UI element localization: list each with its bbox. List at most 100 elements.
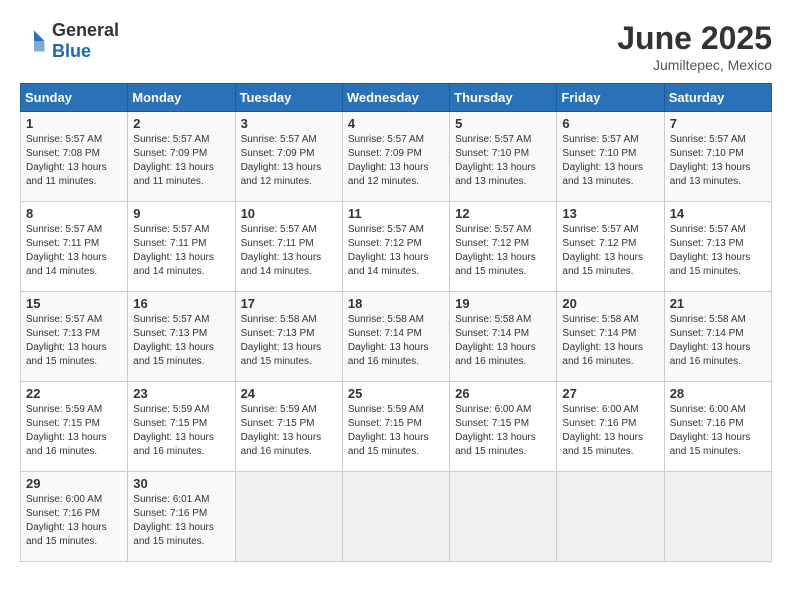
day-detail: Sunrise: 6:00 AMSunset: 7:16 PMDaylight:…: [562, 404, 643, 457]
calendar-week-row: 29 Sunrise: 6:00 AMSunset: 7:16 PMDaylig…: [21, 472, 772, 562]
calendar-day-cell: 25 Sunrise: 5:59 AMSunset: 7:15 PMDaylig…: [342, 382, 449, 472]
calendar-day-cell: 30 Sunrise: 6:01 AMSunset: 7:16 PMDaylig…: [128, 472, 235, 562]
logo-general: General: [52, 20, 119, 40]
day-detail: Sunrise: 5:57 AMSunset: 7:13 PMDaylight:…: [26, 314, 107, 367]
day-detail: Sunrise: 5:57 AMSunset: 7:12 PMDaylight:…: [348, 224, 429, 277]
day-detail: Sunrise: 5:59 AMSunset: 7:15 PMDaylight:…: [348, 404, 429, 457]
weekday-header: Monday: [128, 84, 235, 112]
calendar-day-cell: [664, 472, 771, 562]
calendar-day-cell: 27 Sunrise: 6:00 AMSunset: 7:16 PMDaylig…: [557, 382, 664, 472]
day-detail: Sunrise: 5:57 AMSunset: 7:09 PMDaylight:…: [241, 134, 322, 187]
calendar-day-cell: 9 Sunrise: 5:57 AMSunset: 7:11 PMDayligh…: [128, 202, 235, 292]
day-detail: Sunrise: 5:58 AMSunset: 7:13 PMDaylight:…: [241, 314, 322, 367]
day-number: 9: [133, 206, 229, 221]
weekday-header: Sunday: [21, 84, 128, 112]
calendar-day-cell: 17 Sunrise: 5:58 AMSunset: 7:13 PMDaylig…: [235, 292, 342, 382]
day-number: 19: [455, 296, 551, 311]
day-detail: Sunrise: 5:59 AMSunset: 7:15 PMDaylight:…: [26, 404, 107, 457]
day-number: 7: [670, 116, 766, 131]
weekday-header: Saturday: [664, 84, 771, 112]
day-number: 17: [241, 296, 337, 311]
day-number: 11: [348, 206, 444, 221]
day-number: 26: [455, 386, 551, 401]
calendar-day-cell: 7 Sunrise: 5:57 AMSunset: 7:10 PMDayligh…: [664, 112, 771, 202]
calendar-day-cell: 13 Sunrise: 5:57 AMSunset: 7:12 PMDaylig…: [557, 202, 664, 292]
day-detail: Sunrise: 5:57 AMSunset: 7:09 PMDaylight:…: [133, 134, 214, 187]
calendar-day-cell: 6 Sunrise: 5:57 AMSunset: 7:10 PMDayligh…: [557, 112, 664, 202]
day-number: 28: [670, 386, 766, 401]
day-detail: Sunrise: 5:59 AMSunset: 7:15 PMDaylight:…: [241, 404, 322, 457]
calendar-day-cell: 12 Sunrise: 5:57 AMSunset: 7:12 PMDaylig…: [450, 202, 557, 292]
day-detail: Sunrise: 6:01 AMSunset: 7:16 PMDaylight:…: [133, 494, 214, 547]
day-detail: Sunrise: 5:57 AMSunset: 7:12 PMDaylight:…: [455, 224, 536, 277]
calendar-subtitle: Jumiltepec, Mexico: [617, 57, 772, 73]
calendar-day-cell: 5 Sunrise: 5:57 AMSunset: 7:10 PMDayligh…: [450, 112, 557, 202]
day-number: 12: [455, 206, 551, 221]
calendar-day-cell: 2 Sunrise: 5:57 AMSunset: 7:09 PMDayligh…: [128, 112, 235, 202]
day-number: 13: [562, 206, 658, 221]
weekday-header: Tuesday: [235, 84, 342, 112]
calendar-week-row: 15 Sunrise: 5:57 AMSunset: 7:13 PMDaylig…: [21, 292, 772, 382]
calendar-day-cell: 23 Sunrise: 5:59 AMSunset: 7:15 PMDaylig…: [128, 382, 235, 472]
day-detail: Sunrise: 6:00 AMSunset: 7:16 PMDaylight:…: [670, 404, 751, 457]
day-number: 6: [562, 116, 658, 131]
calendar-day-cell: [235, 472, 342, 562]
day-detail: Sunrise: 5:59 AMSunset: 7:15 PMDaylight:…: [133, 404, 214, 457]
day-number: 30: [133, 476, 229, 491]
calendar-day-cell: 14 Sunrise: 5:57 AMSunset: 7:13 PMDaylig…: [664, 202, 771, 292]
weekday-header: Friday: [557, 84, 664, 112]
day-detail: Sunrise: 5:58 AMSunset: 7:14 PMDaylight:…: [348, 314, 429, 367]
calendar-week-row: 22 Sunrise: 5:59 AMSunset: 7:15 PMDaylig…: [21, 382, 772, 472]
calendar-day-cell: 19 Sunrise: 5:58 AMSunset: 7:14 PMDaylig…: [450, 292, 557, 382]
calendar-week-row: 8 Sunrise: 5:57 AMSunset: 7:11 PMDayligh…: [21, 202, 772, 292]
logo-icon: [20, 27, 48, 55]
day-detail: Sunrise: 5:57 AMSunset: 7:13 PMDaylight:…: [670, 224, 751, 277]
weekday-header: Thursday: [450, 84, 557, 112]
calendar-day-cell: 4 Sunrise: 5:57 AMSunset: 7:09 PMDayligh…: [342, 112, 449, 202]
day-number: 4: [348, 116, 444, 131]
day-number: 3: [241, 116, 337, 131]
day-number: 21: [670, 296, 766, 311]
logo: General Blue: [20, 20, 119, 62]
calendar-day-cell: [557, 472, 664, 562]
day-number: 8: [26, 206, 122, 221]
day-number: 25: [348, 386, 444, 401]
day-detail: Sunrise: 6:00 AMSunset: 7:16 PMDaylight:…: [26, 494, 107, 547]
calendar-title: June 2025: [617, 20, 772, 57]
day-detail: Sunrise: 5:58 AMSunset: 7:14 PMDaylight:…: [455, 314, 536, 367]
logo-blue: Blue: [52, 41, 91, 61]
calendar-day-cell: 15 Sunrise: 5:57 AMSunset: 7:13 PMDaylig…: [21, 292, 128, 382]
calendar-day-cell: 1 Sunrise: 5:57 AMSunset: 7:08 PMDayligh…: [21, 112, 128, 202]
calendar-day-cell: 3 Sunrise: 5:57 AMSunset: 7:09 PMDayligh…: [235, 112, 342, 202]
day-detail: Sunrise: 5:57 AMSunset: 7:11 PMDaylight:…: [133, 224, 214, 277]
calendar-day-cell: 28 Sunrise: 6:00 AMSunset: 7:16 PMDaylig…: [664, 382, 771, 472]
day-detail: Sunrise: 5:57 AMSunset: 7:08 PMDaylight:…: [26, 134, 107, 187]
calendar-table: SundayMondayTuesdayWednesdayThursdayFrid…: [20, 83, 772, 562]
calendar-day-cell: 16 Sunrise: 5:57 AMSunset: 7:13 PMDaylig…: [128, 292, 235, 382]
calendar-day-cell: 22 Sunrise: 5:59 AMSunset: 7:15 PMDaylig…: [21, 382, 128, 472]
day-detail: Sunrise: 5:57 AMSunset: 7:11 PMDaylight:…: [241, 224, 322, 277]
day-detail: Sunrise: 5:57 AMSunset: 7:13 PMDaylight:…: [133, 314, 214, 367]
day-detail: Sunrise: 5:57 AMSunset: 7:11 PMDaylight:…: [26, 224, 107, 277]
page-header: General Blue June 2025 Jumiltepec, Mexic…: [20, 20, 772, 73]
day-detail: Sunrise: 5:57 AMSunset: 7:10 PMDaylight:…: [455, 134, 536, 187]
day-detail: Sunrise: 5:57 AMSunset: 7:12 PMDaylight:…: [562, 224, 643, 277]
day-number: 23: [133, 386, 229, 401]
day-number: 22: [26, 386, 122, 401]
weekday-header-row: SundayMondayTuesdayWednesdayThursdayFrid…: [21, 84, 772, 112]
calendar-week-row: 1 Sunrise: 5:57 AMSunset: 7:08 PMDayligh…: [21, 112, 772, 202]
calendar-day-cell: 29 Sunrise: 6:00 AMSunset: 7:16 PMDaylig…: [21, 472, 128, 562]
day-detail: Sunrise: 5:58 AMSunset: 7:14 PMDaylight:…: [670, 314, 751, 367]
calendar-day-cell: 26 Sunrise: 6:00 AMSunset: 7:15 PMDaylig…: [450, 382, 557, 472]
calendar-day-cell: 21 Sunrise: 5:58 AMSunset: 7:14 PMDaylig…: [664, 292, 771, 382]
day-number: 15: [26, 296, 122, 311]
day-number: 20: [562, 296, 658, 311]
day-number: 5: [455, 116, 551, 131]
weekday-header: Wednesday: [342, 84, 449, 112]
day-number: 29: [26, 476, 122, 491]
calendar-day-cell: [450, 472, 557, 562]
calendar-day-cell: 8 Sunrise: 5:57 AMSunset: 7:11 PMDayligh…: [21, 202, 128, 292]
day-number: 16: [133, 296, 229, 311]
day-number: 1: [26, 116, 122, 131]
day-detail: Sunrise: 5:57 AMSunset: 7:10 PMDaylight:…: [562, 134, 643, 187]
